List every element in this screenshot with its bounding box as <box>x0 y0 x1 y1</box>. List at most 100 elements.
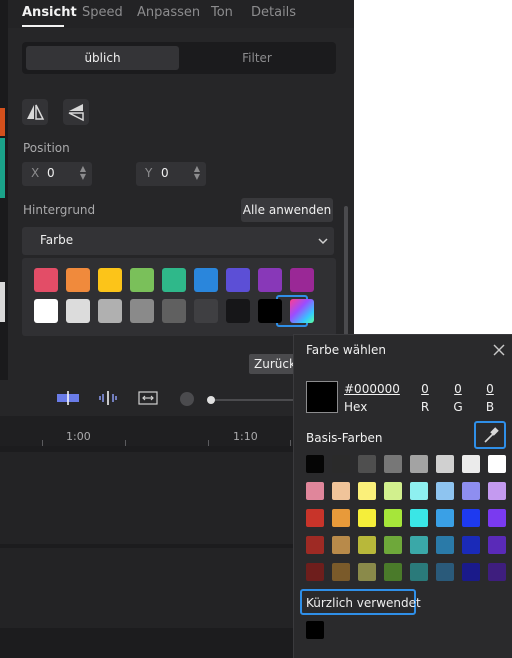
color-swatch[interactable] <box>194 299 218 323</box>
basic-color-swatch[interactable] <box>332 509 350 527</box>
color-swatch[interactable] <box>98 299 122 323</box>
basic-color-swatch[interactable] <box>410 536 428 554</box>
basic-color-swatch[interactable] <box>358 563 376 581</box>
basic-color-swatch[interactable] <box>384 482 402 500</box>
video-track[interactable] <box>0 452 293 544</box>
basic-color-swatch[interactable] <box>384 509 402 527</box>
basic-color-swatch[interactable] <box>332 482 350 500</box>
color-swatch[interactable] <box>226 299 250 323</box>
background-fill-select[interactable]: Farbe <box>22 227 334 255</box>
basic-color-swatch[interactable] <box>306 482 324 500</box>
basic-color-swatch[interactable] <box>384 455 402 473</box>
fit-width-icon[interactable] <box>138 391 158 405</box>
tab-ansicht[interactable]: Ansicht <box>22 5 77 20</box>
basic-color-swatch[interactable] <box>488 482 506 500</box>
basic-color-swatch[interactable] <box>488 536 506 554</box>
y-axis-label: Y <box>145 166 153 180</box>
basic-color-swatch[interactable] <box>358 536 376 554</box>
apply-all-button[interactable]: Alle anwenden <box>241 198 333 222</box>
basic-color-swatch[interactable] <box>332 563 350 581</box>
basic-color-swatch[interactable] <box>306 536 324 554</box>
basic-color-swatch[interactable] <box>358 509 376 527</box>
color-swatch-panel <box>22 258 336 336</box>
basic-color-swatch[interactable] <box>462 509 480 527</box>
color-swatch[interactable] <box>162 299 186 323</box>
red-label: R <box>420 400 430 414</box>
segment-filter[interactable]: Filter <box>182 46 332 70</box>
red-input[interactable]: 0 <box>415 382 435 396</box>
basic-color-swatch[interactable] <box>306 509 324 527</box>
tab-ton[interactable]: Ton <box>211 5 233 20</box>
basic-color-swatch[interactable] <box>462 563 480 581</box>
basic-color-swatch[interactable] <box>410 455 428 473</box>
basic-color-swatch[interactable] <box>436 536 454 554</box>
basic-color-swatch[interactable] <box>306 563 324 581</box>
color-swatch[interactable] <box>226 268 250 292</box>
color-swatch[interactable] <box>98 268 122 292</box>
x-stepper-icon[interactable]: ▲ ▼ <box>80 165 86 181</box>
basic-color-swatch[interactable] <box>306 455 324 473</box>
color-swatch[interactable] <box>66 268 90 292</box>
ruler-tick <box>42 440 43 446</box>
basic-color-swatch[interactable] <box>410 482 428 500</box>
flip-vertical-icon <box>68 104 84 122</box>
green-input[interactable]: 0 <box>448 382 468 396</box>
basic-color-swatch[interactable] <box>436 563 454 581</box>
basic-color-swatch[interactable] <box>488 455 506 473</box>
flip-vertical-button[interactable] <box>63 99 89 125</box>
basic-color-swatch[interactable] <box>384 536 402 554</box>
basic-color-swatch[interactable] <box>332 536 350 554</box>
split-icon[interactable] <box>56 391 80 405</box>
thumbnail-edge <box>0 108 5 136</box>
color-swatch[interactable] <box>258 299 282 323</box>
color-swatch[interactable] <box>162 268 186 292</box>
audio-track[interactable] <box>0 548 293 628</box>
eyedropper-button[interactable] <box>474 421 506 449</box>
flip-horizontal-button[interactable] <box>22 99 48 125</box>
y-stepper-icon[interactable]: ▲ ▼ <box>194 165 200 181</box>
basic-color-swatch[interactable] <box>436 455 454 473</box>
basic-color-swatch[interactable] <box>358 455 376 473</box>
basic-color-swatch[interactable] <box>332 455 350 473</box>
active-tab-indicator <box>22 25 64 27</box>
color-swatch[interactable] <box>194 268 218 292</box>
position-x-field[interactable]: X 0 ▲ ▼ <box>22 162 92 186</box>
basic-color-swatch[interactable] <box>462 536 480 554</box>
close-icon[interactable] <box>492 343 506 357</box>
basic-color-swatch[interactable] <box>410 563 428 581</box>
zoom-out-dot[interactable] <box>180 392 194 406</box>
color-swatch[interactable] <box>258 268 282 292</box>
basic-color-swatch[interactable] <box>488 563 506 581</box>
segment-ublich[interactable]: üblich <box>26 46 179 70</box>
color-swatch[interactable] <box>34 268 58 292</box>
basic-color-swatch[interactable] <box>488 509 506 527</box>
color-swatch[interactable] <box>66 299 90 323</box>
tab-bar: Ansicht Speed Anpassen Ton Details <box>8 0 354 28</box>
zoom-slider-handle[interactable] <box>207 396 215 404</box>
color-swatch[interactable] <box>290 268 314 292</box>
basic-color-swatch[interactable] <box>462 482 480 500</box>
basic-color-swatch[interactable] <box>436 509 454 527</box>
basic-color-swatch[interactable] <box>462 455 480 473</box>
basic-color-swatch[interactable] <box>358 482 376 500</box>
basic-color-swatch[interactable] <box>384 563 402 581</box>
tab-details[interactable]: Details <box>251 5 296 20</box>
color-swatch[interactable] <box>130 268 154 292</box>
recent-color-swatch[interactable] <box>306 621 324 639</box>
tab-anpassen[interactable]: Anpassen <box>137 5 200 20</box>
position-y-field[interactable]: Y 0 ▲ ▼ <box>136 162 206 186</box>
tab-speed[interactable]: Speed <box>82 5 123 20</box>
basic-color-swatch[interactable] <box>410 509 428 527</box>
color-swatch[interactable] <box>34 299 58 323</box>
custom-color-swatch[interactable] <box>290 299 314 323</box>
hex-input[interactable]: #000000 <box>344 382 400 396</box>
color-swatch[interactable] <box>130 299 154 323</box>
basic-color-swatch[interactable] <box>436 482 454 500</box>
panel-scrollbar[interactable] <box>344 206 348 346</box>
x-axis-label: X <box>31 166 40 180</box>
flip-horizontal-icon <box>27 104 45 120</box>
audio-split-icon[interactable] <box>97 391 119 405</box>
blue-input[interactable]: 0 <box>480 382 500 396</box>
zoom-slider-track[interactable] <box>212 399 293 401</box>
blue-label: B <box>485 400 495 414</box>
